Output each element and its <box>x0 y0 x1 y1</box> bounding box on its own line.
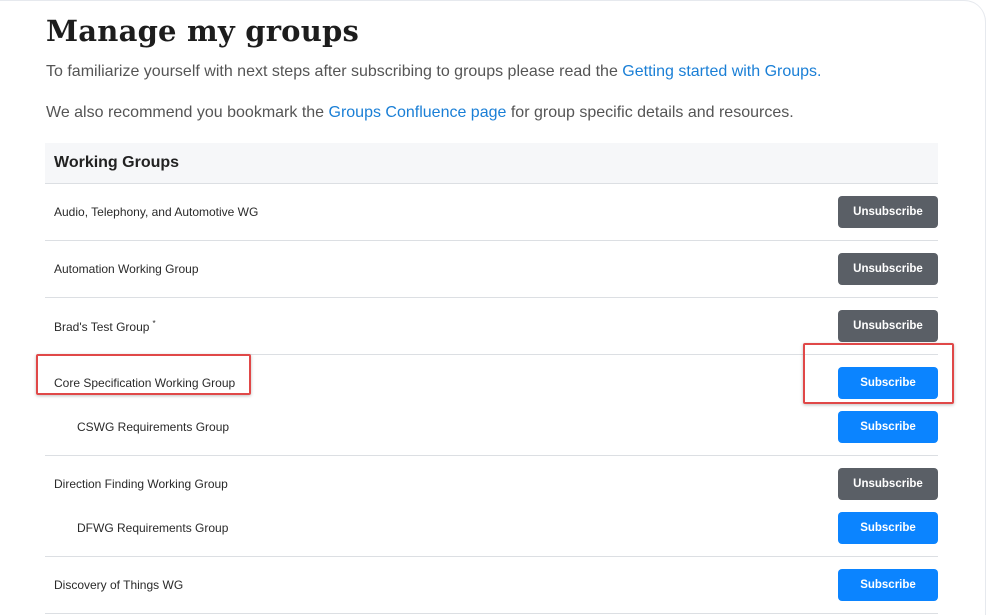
table-header: Working Groups <box>45 143 938 184</box>
group-name: Brad's Test Group <box>54 319 150 334</box>
group-row: Automation Working Group Unsubscribe <box>45 241 938 298</box>
unsubscribe-button[interactable]: Unsubscribe <box>838 196 938 228</box>
intro-text-confluence: We also recommend you bookmark the Group… <box>46 104 794 122</box>
table-row: Discovery of Things WG Subscribe <box>45 569 938 601</box>
subscribe-button[interactable]: Subscribe <box>838 411 938 443</box>
table-row: DFWG Requirements Group Subscribe <box>45 512 938 544</box>
group-name-with-marker: Brad's Test Group * <box>45 319 156 334</box>
table-row: Automation Working Group Unsubscribe <box>45 253 938 285</box>
group-name: Audio, Telephony, and Automotive WG <box>54 205 259 219</box>
unsubscribe-button[interactable]: Unsubscribe <box>838 253 938 285</box>
subscribe-button[interactable]: Subscribe <box>838 367 938 399</box>
subgroup-name: DFWG Requirements Group <box>77 521 229 535</box>
group-name: Automation Working Group <box>54 262 199 276</box>
subgroup-name: CSWG Requirements Group <box>77 420 230 434</box>
intro-text-getting-started: To familiarize yourself with next steps … <box>46 63 822 81</box>
groups-confluence-link[interactable]: Groups Confluence page <box>329 104 507 121</box>
group-row: Core Specification Working Group Subscri… <box>45 355 938 456</box>
subscribe-button[interactable]: Subscribe <box>838 569 938 601</box>
group-row: Brad's Test Group * Unsubscribe <box>45 298 938 355</box>
intro-text-2-after: for group specific details and resources… <box>506 104 794 121</box>
page: Manage my groups To familiarize yourself… <box>0 0 986 615</box>
subscribe-button[interactable]: Subscribe <box>838 512 938 544</box>
intro-text-1: To familiarize yourself with next steps … <box>46 63 623 80</box>
page-title: Manage my groups <box>46 14 360 48</box>
group-marker: * <box>152 318 156 328</box>
group-name: Core Specification Working Group <box>54 376 236 390</box>
getting-started-link[interactable]: Getting started with Groups. <box>622 63 821 80</box>
working-groups-table: Working Groups Audio, Telephony, and Aut… <box>45 143 938 614</box>
intro-text-2-before: We also recommend you bookmark the <box>46 104 329 121</box>
group-row: Direction Finding Working Group Unsubscr… <box>45 456 938 557</box>
table-row: Core Specification Working Group Subscri… <box>45 367 938 399</box>
group-name: Direction Finding Working Group <box>54 477 228 491</box>
group-name: Discovery of Things WG <box>54 578 184 592</box>
group-row: Audio, Telephony, and Automotive WG Unsu… <box>45 184 938 241</box>
table-row: Audio, Telephony, and Automotive WG Unsu… <box>45 196 938 228</box>
table-row: Brad's Test Group * Unsubscribe <box>45 310 938 342</box>
unsubscribe-button[interactable]: Unsubscribe <box>838 468 938 500</box>
unsubscribe-button[interactable]: Unsubscribe <box>838 310 938 342</box>
table-row: CSWG Requirements Group Subscribe <box>45 411 938 443</box>
table-row: Direction Finding Working Group Unsubscr… <box>45 468 938 500</box>
group-row: Discovery of Things WG Subscribe <box>45 557 938 614</box>
